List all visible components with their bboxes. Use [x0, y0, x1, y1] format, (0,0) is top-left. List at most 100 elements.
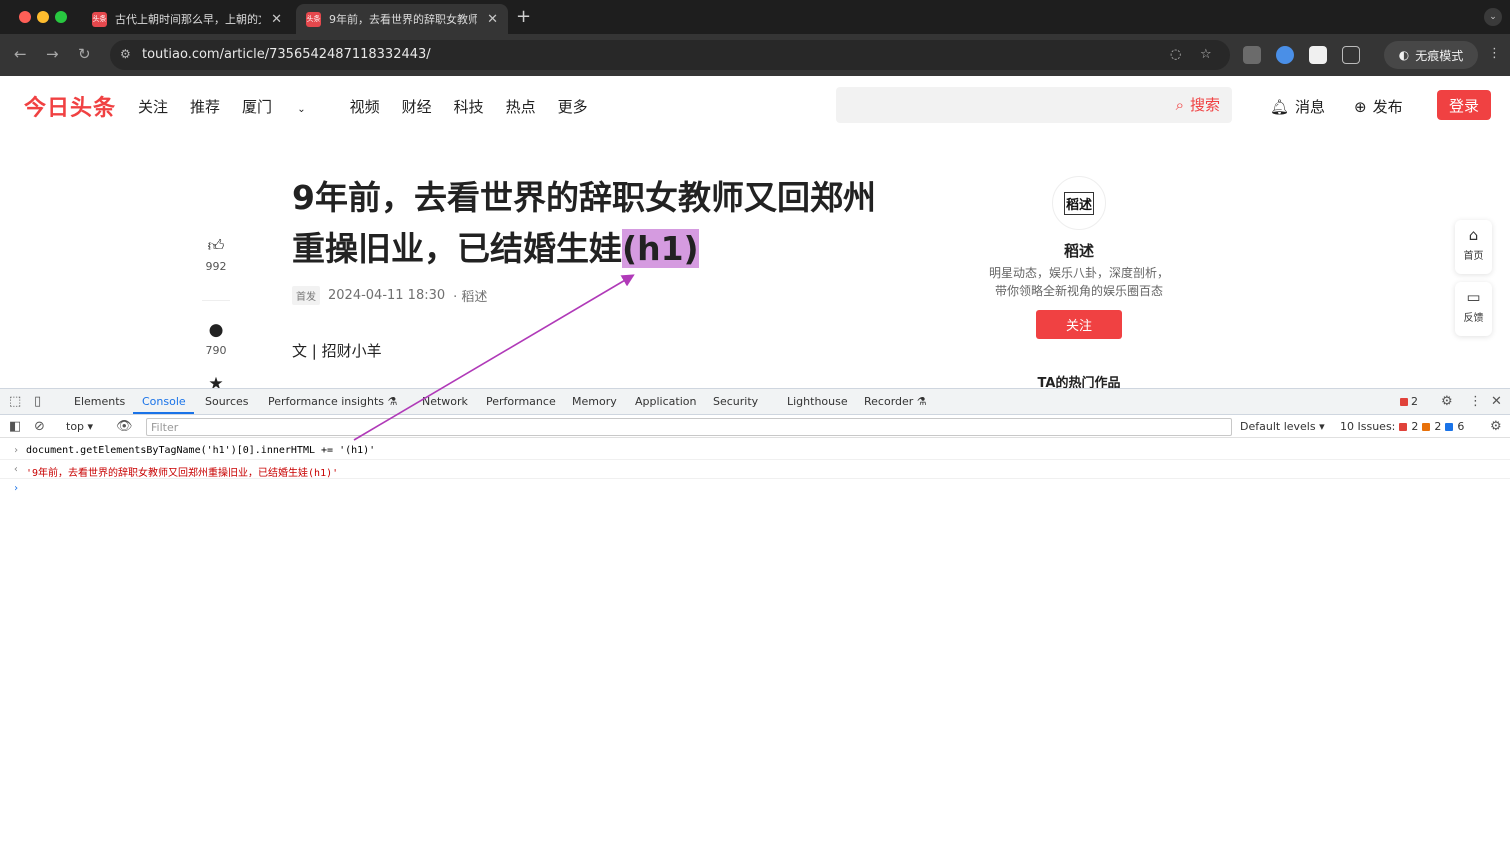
messages-label: 消息 [1295, 98, 1326, 116]
favorite-action[interactable]: ★ [196, 374, 236, 388]
first-publish-badge: 首发 [292, 286, 320, 305]
nav-item-video[interactable]: 视频 [350, 96, 380, 117]
nav-item-xiamen[interactable]: 厦门 ⌄ [242, 96, 328, 117]
active-tab-indicator [133, 412, 194, 414]
tab-label: Recorder [864, 395, 914, 408]
tab-application[interactable]: Application [635, 395, 696, 408]
nav-item-hot[interactable]: 热点 [506, 96, 536, 117]
issues-error-count: 2 [1411, 420, 1419, 433]
login-button[interactable]: 登录 [1437, 90, 1491, 120]
console-filter-input[interactable] [146, 418, 1232, 436]
log-levels-select[interactable]: Default levels ▾ [1240, 420, 1325, 433]
web-page: 今日头条 关注 推荐 厦门 ⌄ 视频 财经 科技 热点 更多 ⌕ 搜索 🔔︎ 消… [0, 76, 1510, 388]
comment-action[interactable]: ● 790 [196, 320, 236, 357]
browser-tab-bar: 头条 古代上朝时间那么早，上朝的文 ✕ 头条 9年前，去看世界的辞职女教师 ✕ … [0, 0, 1510, 34]
incognito-label: 无痕模式 [1415, 48, 1464, 63]
feedback-float-button[interactable]: ▭ 反馈 [1455, 282, 1492, 336]
issues-counter[interactable]: 10 Issues: 2 2 6 [1340, 420, 1464, 433]
reload-icon[interactable]: ↻ [78, 45, 91, 63]
back-icon[interactable]: ← [14, 45, 27, 63]
nav-label: 厦门 [242, 98, 273, 116]
context-select[interactable]: top ▾ [66, 420, 93, 433]
incognito-badge[interactable]: ◐ 无痕模式 [1384, 41, 1478, 69]
issues-label: 10 Issues: [1340, 420, 1396, 433]
live-expression-eye-icon[interactable]: 👁︎ [116, 419, 133, 434]
forward-icon[interactable]: → [46, 45, 59, 63]
follow-button[interactable]: 关注 [1036, 310, 1122, 339]
feedback-icon: ▭ [1466, 288, 1481, 306]
site-logo[interactable]: 今日头条 [24, 90, 116, 122]
sidebar-toggle-icon[interactable]: ◧ [9, 419, 21, 434]
console-input-code: document.getElementsByTagName('h1')[0].i… [26, 445, 376, 456]
close-window-button[interactable] [19, 11, 31, 23]
new-tab-button[interactable]: + [516, 6, 531, 27]
inspect-element-icon[interactable]: ⬚ [9, 394, 21, 409]
search-input[interactable]: ⌕ 搜索 [836, 87, 1232, 123]
maximize-window-button[interactable] [55, 11, 67, 23]
chrome-extension-icon[interactable] [1276, 46, 1294, 64]
author-name[interactable]: 稻述 [979, 240, 1179, 261]
eye-off-icon[interactable]: ◌ [1170, 47, 1181, 62]
nav-item-finance[interactable]: 财经 [402, 96, 432, 117]
feedback-label: 反馈 [1463, 313, 1484, 324]
devtools-menu-icon[interactable]: ⋮ [1469, 394, 1482, 409]
title-text: 9年前，去看世界的辞职女教师又回郑州重操旧业，已结婚生娃 [292, 178, 876, 268]
tab-recorder[interactable]: Recorder ⚗ [864, 395, 927, 408]
nav-item-recommend[interactable]: 推荐 [190, 96, 220, 117]
tab-search-icon[interactable]: ⌄ [1484, 8, 1502, 26]
publish-date: 2024-04-11 18:30 [328, 288, 446, 303]
clear-console-icon[interactable]: ⊘ [34, 419, 45, 434]
tab-performance-insights[interactable]: Performance insights ⚗ [268, 395, 397, 408]
publish-link[interactable]: ⊕ 发布 [1354, 96, 1403, 117]
divider [202, 300, 230, 301]
tab-sources[interactable]: Sources [205, 395, 249, 408]
console-output[interactable]: › document.getElementsByTagName('h1')[0]… [0, 439, 1510, 862]
toutiao-favicon-icon: 头条 [92, 11, 107, 27]
minimize-window-button[interactable] [37, 11, 49, 23]
issues-warning-count: 2 [1434, 420, 1442, 433]
article-source[interactable]: · 稻述 [453, 286, 487, 305]
nav-item-more[interactable]: 更多 [558, 96, 588, 117]
site-info-icon[interactable]: ⚙ [120, 47, 131, 61]
settings-gear-icon[interactable]: ⚙ [1441, 394, 1453, 409]
search-button[interactable]: ⌕ 搜索 [1176, 94, 1220, 115]
browser-tab-1[interactable]: 头条 古代上朝时间那么早，上朝的文 ✕ [82, 4, 292, 34]
console-prompt[interactable]: › [0, 479, 1510, 498]
close-devtools-icon[interactable]: ✕ [1491, 394, 1502, 409]
tab-performance[interactable]: Performance [486, 395, 556, 408]
url-text[interactable]: toutiao.com/article/7356542487118332443/ [142, 47, 431, 62]
nav-item-follow[interactable]: 关注 [138, 96, 168, 117]
tab-console[interactable]: Console [142, 395, 186, 408]
issue-info-icon [1445, 422, 1454, 431]
error-count-badge[interactable]: 2 [1400, 395, 1418, 408]
translate-extension-icon[interactable] [1309, 46, 1327, 64]
tab-close-icon[interactable]: ✕ [487, 12, 498, 27]
tab-memory[interactable]: Memory [572, 395, 617, 408]
nav-item-tech[interactable]: 科技 [454, 96, 484, 117]
dropdown-icon: ▾ [1319, 420, 1325, 433]
home-float-button[interactable]: ⌂ 首页 [1455, 220, 1492, 274]
tab-close-icon[interactable]: ✕ [271, 12, 282, 27]
tab-lighthouse[interactable]: Lighthouse [787, 395, 848, 408]
toutiao-favicon-icon: 头条 [306, 11, 321, 27]
address-bar[interactable]: ⚙ toutiao.com/article/735654248711833244… [110, 40, 1230, 70]
tab-security[interactable]: Security [713, 395, 758, 408]
avatar[interactable]: 稻述 [1052, 176, 1106, 230]
tab-network[interactable]: Network [422, 395, 468, 408]
device-toolbar-icon[interactable]: ▯ [34, 394, 41, 409]
flask-icon: ⚗ [387, 395, 398, 408]
extensions-puzzle-icon[interactable] [1342, 46, 1360, 64]
devtools-panel: ⬚ ▯ Elements Console Sources Performance… [0, 388, 1510, 862]
tab-elements[interactable]: Elements [74, 395, 125, 408]
issue-error-icon [1399, 422, 1408, 431]
browser-menu-icon[interactable]: ⋮ [1488, 46, 1501, 61]
like-action[interactable]: 👍︎ 992 [196, 236, 236, 273]
messages-link[interactable]: 🔔︎ 消息 [1270, 96, 1325, 117]
chevron-left-icon: ‹ [13, 464, 20, 475]
console-settings-gear-icon[interactable]: ⚙ [1490, 419, 1502, 434]
plus-circle-icon: ⊕ [1354, 97, 1367, 116]
camera-extension-icon[interactable] [1243, 46, 1261, 64]
bookmark-star-icon[interactable]: ☆ [1200, 47, 1212, 62]
hot-works-heading: TA的热门作品 [1037, 376, 1121, 388]
browser-tab-2-active[interactable]: 头条 9年前，去看世界的辞职女教师 ✕ [296, 4, 508, 34]
